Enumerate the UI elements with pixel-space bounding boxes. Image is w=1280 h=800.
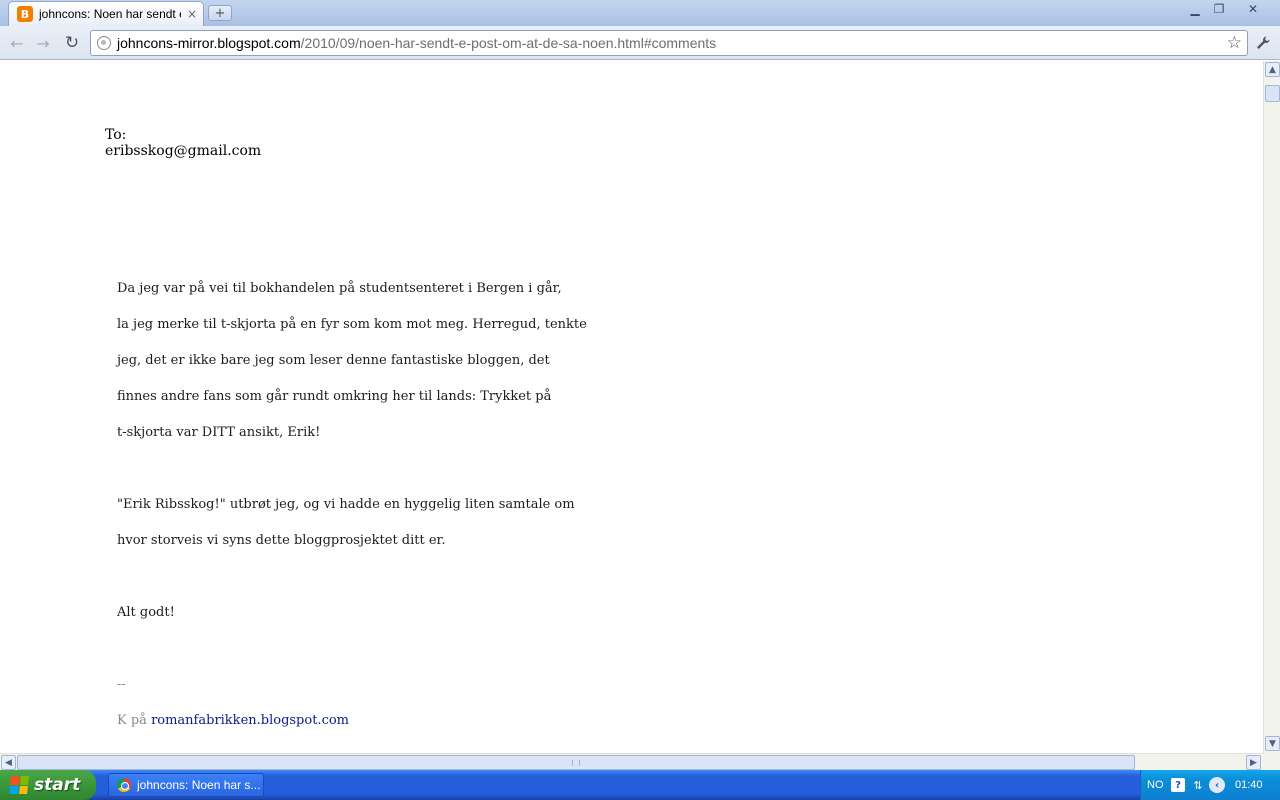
message-line: t-skjorta var DITT ansikt, Erik! bbox=[117, 425, 321, 440]
browser-titlebar: B johncons: Noen har sendt e-post om at … bbox=[0, 0, 1280, 26]
email-recipient-block: To: eribsskog@gmail.com bbox=[105, 127, 261, 159]
start-label: start bbox=[34, 775, 81, 795]
message-line: Da jeg var på vei til bokhandelen på stu… bbox=[117, 281, 562, 296]
taskbar-item-label: johncons: Noen har s... bbox=[137, 778, 261, 792]
tab-title: johncons: Noen har sendt e-post om at de… bbox=[39, 7, 181, 21]
scroll-up-arrow-icon[interactable]: ▲ bbox=[1265, 62, 1280, 77]
horizontal-scroll-thumb[interactable] bbox=[17, 755, 1135, 770]
chrome-icon bbox=[117, 778, 131, 792]
browser-toolbar: ← → ↻ johncons-mirror.blogspot.com/2010/… bbox=[0, 26, 1280, 60]
clock[interactable]: 01:40 bbox=[1235, 779, 1263, 791]
message-line: jeg, det er ikke bare jeg som leser denn… bbox=[117, 353, 550, 368]
blogger-icon: B bbox=[17, 6, 33, 22]
language-indicator[interactable]: NO bbox=[1147, 779, 1171, 791]
message-line: hvor storveis vi syns dette bloggprosjek… bbox=[117, 533, 446, 548]
wrench-menu-icon[interactable] bbox=[1252, 32, 1274, 54]
back-button[interactable]: ← bbox=[6, 32, 28, 54]
scroll-grip-icon bbox=[572, 760, 580, 766]
email-message: Da jeg var på vei til bokhandelen på stu… bbox=[117, 279, 587, 747]
scroll-left-arrow-icon[interactable]: ◀ bbox=[1, 755, 16, 770]
new-tab-button[interactable]: + bbox=[208, 5, 232, 21]
browser-tab[interactable]: B johncons: Noen har sendt e-post om at … bbox=[8, 1, 204, 26]
wrench-icon bbox=[1257, 36, 1270, 49]
scroll-down-arrow-icon[interactable]: ▼ bbox=[1265, 736, 1280, 751]
forward-button[interactable]: → bbox=[32, 32, 54, 54]
message-line: finnes andre fans som går rundt omkring … bbox=[117, 389, 552, 404]
url-path: /2010/09/noen-har-sendt-e-post-om-at-de-… bbox=[300, 35, 717, 51]
message-line: la jeg merke til t-skjorta på en fyr som… bbox=[117, 317, 587, 332]
message-line: "Erik Ribsskog!" utbrøt jeg, og vi hadde… bbox=[117, 497, 575, 512]
address-bar[interactable]: johncons-mirror.blogspot.com/2010/09/noe… bbox=[90, 30, 1248, 56]
scrollbar-corner bbox=[1263, 753, 1280, 770]
horizontal-scrollbar[interactable]: ◀ ▶ bbox=[0, 753, 1263, 770]
scroll-right-arrow-icon[interactable]: ▶ bbox=[1246, 755, 1261, 770]
url-host: johncons-mirror.blogspot.com bbox=[117, 35, 301, 51]
help-icon[interactable]: ? bbox=[1171, 778, 1185, 792]
signature-prefix: K på bbox=[117, 713, 152, 728]
globe-icon bbox=[97, 36, 111, 50]
taskbar: start johncons: Noen har s... NO ? ⇅ ‹ 0… bbox=[0, 770, 1280, 800]
page-content: To: eribsskog@gmail.com Da jeg var på ve… bbox=[0, 61, 1263, 753]
vertical-scrollbar[interactable]: ▲ ▼ bbox=[1263, 61, 1280, 753]
vertical-scroll-thumb[interactable] bbox=[1265, 85, 1280, 102]
close-window-button[interactable]: ✕ bbox=[1242, 1, 1264, 17]
message-line: Alt godt! bbox=[117, 605, 175, 620]
minimize-window-button[interactable]: ▁ bbox=[1184, 1, 1206, 17]
restore-window-button[interactable]: ❐ bbox=[1208, 1, 1230, 17]
windows-logo-icon bbox=[9, 776, 29, 794]
taskbar-item-chrome[interactable]: johncons: Noen har s... bbox=[108, 773, 264, 797]
signature-link[interactable]: romanfabrikken.blogspot.com bbox=[151, 713, 349, 728]
tab-close-icon[interactable]: × bbox=[187, 7, 197, 21]
start-button[interactable]: start bbox=[0, 770, 96, 800]
bookmark-star-icon[interactable]: ☆ bbox=[1227, 33, 1242, 53]
signature-separator: -- bbox=[117, 677, 126, 692]
network-icon[interactable]: ⇅ bbox=[1191, 779, 1205, 792]
to-address: eribsskog@gmail.com bbox=[105, 143, 262, 159]
tray-expand-icon[interactable]: ‹ bbox=[1209, 777, 1225, 793]
reload-button[interactable]: ↻ bbox=[61, 32, 83, 54]
url-text[interactable]: johncons-mirror.blogspot.com/2010/09/noe… bbox=[117, 35, 716, 51]
to-label: To: bbox=[105, 127, 127, 143]
system-tray: NO ? ⇅ ‹ 01:40 bbox=[1140, 770, 1280, 800]
signature-line: K på romanfabrikken.blogspot.com bbox=[117, 711, 587, 747]
